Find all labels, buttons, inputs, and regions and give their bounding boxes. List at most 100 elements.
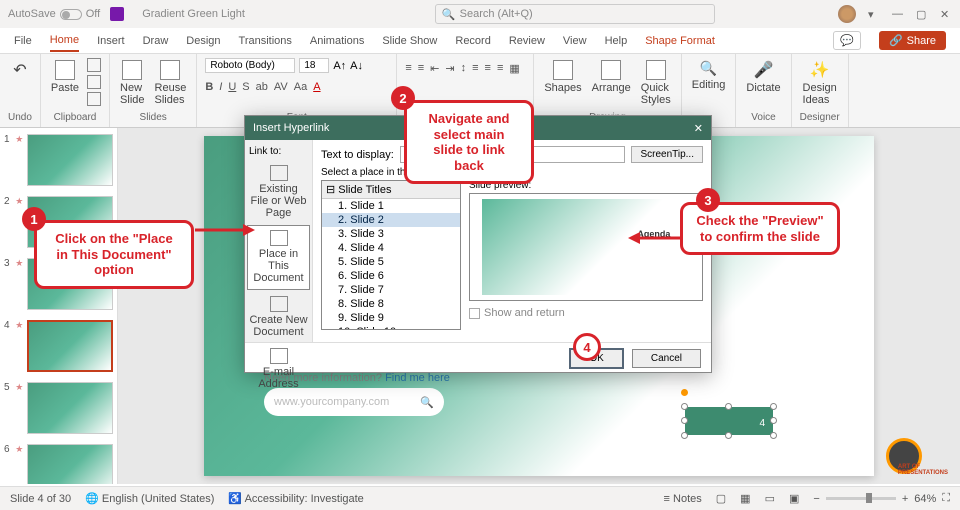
slideshow-view-icon[interactable]: ▣ — [789, 492, 799, 505]
link-email-address[interactable]: E-mail Address — [247, 344, 310, 394]
slide-item[interactable]: 8. Slide 8 — [322, 297, 460, 311]
bullets-button[interactable]: ≡ — [405, 62, 411, 75]
badge-3: 3 — [696, 188, 720, 212]
align-center-button[interactable]: ≡ — [485, 62, 491, 75]
tab-view[interactable]: View — [563, 31, 587, 51]
indent-decrease-button[interactable]: ⇤ — [430, 62, 439, 75]
change-case-button[interactable]: Aa — [294, 81, 307, 93]
italic-button[interactable]: I — [219, 81, 222, 93]
columns-button[interactable]: ▦ — [509, 62, 519, 75]
font-name-select[interactable]: Roboto (Body) — [205, 58, 295, 73]
tab-insert[interactable]: Insert — [97, 31, 125, 51]
tab-shape-format[interactable]: Shape Format — [645, 31, 715, 51]
autosave-toggle[interactable]: AutoSave Off — [8, 8, 100, 20]
tab-draw[interactable]: Draw — [143, 31, 169, 51]
arrange-button[interactable]: Arrange — [590, 58, 633, 96]
link-place-in-document[interactable]: Place in This Document — [247, 225, 310, 289]
undo-button[interactable]: ↶ — [11, 58, 28, 82]
badge-1: 1 — [22, 207, 46, 231]
notes-button[interactable]: ≡ Notes — [664, 493, 702, 505]
watermark-logo: ART OFPRESENTATIONS — [886, 438, 942, 480]
thumbnail-4[interactable]: 4★ — [4, 320, 113, 372]
align-right-button[interactable]: ≡ — [497, 62, 503, 75]
slide-item[interactable]: 10. Slide 10 — [322, 325, 460, 330]
new-slide-button[interactable]: New Slide — [118, 58, 146, 108]
thumbnail-1[interactable]: 1★ — [4, 134, 113, 186]
language-status[interactable]: 🌐 English (United States) — [85, 492, 214, 505]
comments-button[interactable]: 💬 — [833, 31, 861, 50]
font-size-select[interactable]: 18 — [299, 58, 329, 73]
numbering-button[interactable]: ≡ — [418, 62, 424, 75]
tab-animations[interactable]: Animations — [310, 31, 364, 51]
accessibility-status[interactable]: ♿ Accessibility: Investigate — [228, 492, 363, 505]
slide-item[interactable]: 3. Slide 3 — [322, 227, 460, 241]
ribbon-options-icon[interactable]: ▾ — [868, 8, 880, 20]
bold-button[interactable]: B — [205, 81, 213, 93]
minimize-icon[interactable]: — — [892, 8, 904, 20]
close-icon[interactable]: ✕ — [940, 8, 952, 20]
user-avatar[interactable] — [838, 5, 856, 23]
screentip-button[interactable]: ScreenTip... — [631, 146, 703, 163]
search-input[interactable]: 🔍 Search (Alt+Q) — [435, 4, 715, 24]
dialog-close-icon[interactable]: ✕ — [694, 122, 703, 135]
tab-file[interactable]: File — [14, 31, 32, 51]
tab-slideshow[interactable]: Slide Show — [382, 31, 437, 51]
format-painter-icon[interactable] — [87, 92, 101, 106]
thumbnail-5[interactable]: 5★ — [4, 382, 113, 434]
callout-2: Navigate and select main slide to link b… — [404, 100, 534, 184]
underline-button[interactable]: U — [228, 81, 236, 93]
slide-list[interactable]: ⊟ Slide Titles 1. Slide 1 2. Slide 2 3. … — [321, 180, 461, 330]
slide-counter[interactable]: Slide 4 of 30 — [10, 493, 71, 505]
slide-item[interactable]: 6. Slide 6 — [322, 269, 460, 283]
slide-sorter-icon[interactable]: ▦ — [740, 492, 750, 505]
search-icon: 🔍 — [442, 8, 456, 21]
cancel-button[interactable]: Cancel — [632, 349, 701, 368]
tab-record[interactable]: Record — [455, 31, 490, 51]
font-color-button[interactable]: A — [313, 81, 320, 93]
tab-transitions[interactable]: Transitions — [239, 31, 292, 51]
tab-help[interactable]: Help — [605, 31, 628, 51]
show-and-return-checkbox[interactable]: Show and return — [469, 307, 703, 319]
increase-font-icon[interactable]: A↑ — [333, 60, 346, 72]
link-create-new[interactable]: Create New Document — [247, 292, 310, 342]
maximize-icon[interactable]: ▢ — [916, 8, 928, 20]
paste-button[interactable]: Paste — [49, 58, 81, 96]
indent-increase-button[interactable]: ⇥ — [445, 62, 454, 75]
align-left-button[interactable]: ≡ — [472, 62, 478, 75]
link-existing-file[interactable]: Existing File or Web Page — [247, 161, 310, 223]
decrease-font-icon[interactable]: A↓ — [350, 60, 363, 72]
badge-2: 2 — [391, 86, 415, 110]
slide-item[interactable]: 1. Slide 1 — [322, 199, 460, 213]
char-spacing-button[interactable]: AV — [274, 81, 288, 93]
slide-item[interactable]: 9. Slide 9 — [322, 311, 460, 325]
design-ideas-button[interactable]: ✨Design Ideas — [801, 58, 839, 108]
search-icon: 🔍 — [420, 396, 434, 409]
cut-icon[interactable] — [87, 58, 101, 72]
tab-design[interactable]: Design — [186, 31, 220, 51]
slide-item[interactable]: 7. Slide 7 — [322, 283, 460, 297]
selected-shape[interactable]: 4 — [684, 406, 774, 436]
strikethrough-button[interactable]: S — [242, 81, 249, 93]
text-shadow-button[interactable]: ab — [256, 81, 268, 93]
ribbon-tabs: File Home Insert Draw Design Transitions… — [0, 28, 960, 54]
reuse-slides-button[interactable]: Reuse Slides — [153, 58, 189, 108]
copy-icon[interactable] — [87, 75, 101, 89]
slide-item[interactable]: 4. Slide 4 — [322, 241, 460, 255]
thumbnail-6[interactable]: 6★ — [4, 444, 113, 484]
shapes-button[interactable]: Shapes — [542, 58, 583, 96]
quick-styles-button[interactable]: Quick Styles — [639, 58, 673, 108]
slide-item-selected[interactable]: 2. Slide 2 — [322, 213, 460, 227]
tab-home[interactable]: Home — [50, 30, 79, 52]
save-icon[interactable] — [110, 7, 124, 21]
reading-view-icon[interactable]: ▭ — [765, 492, 775, 505]
zoom-slider[interactable]: −+ 64% ⛶ — [813, 492, 950, 505]
normal-view-icon[interactable]: ▢ — [716, 492, 726, 505]
link-to-sidebar: Link to: Existing File or Web Page Place… — [245, 140, 313, 342]
slide-item[interactable]: 5. Slide 5 — [322, 255, 460, 269]
share-button[interactable]: 🔗 Share — [879, 31, 946, 50]
dictate-button[interactable]: 🎤Dictate — [744, 58, 782, 96]
tab-review[interactable]: Review — [509, 31, 545, 51]
editing-button[interactable]: 🔍Editing — [690, 58, 728, 93]
line-spacing-button[interactable]: ↕ — [461, 62, 467, 75]
fit-to-window-icon[interactable]: ⛶ — [942, 492, 950, 505]
